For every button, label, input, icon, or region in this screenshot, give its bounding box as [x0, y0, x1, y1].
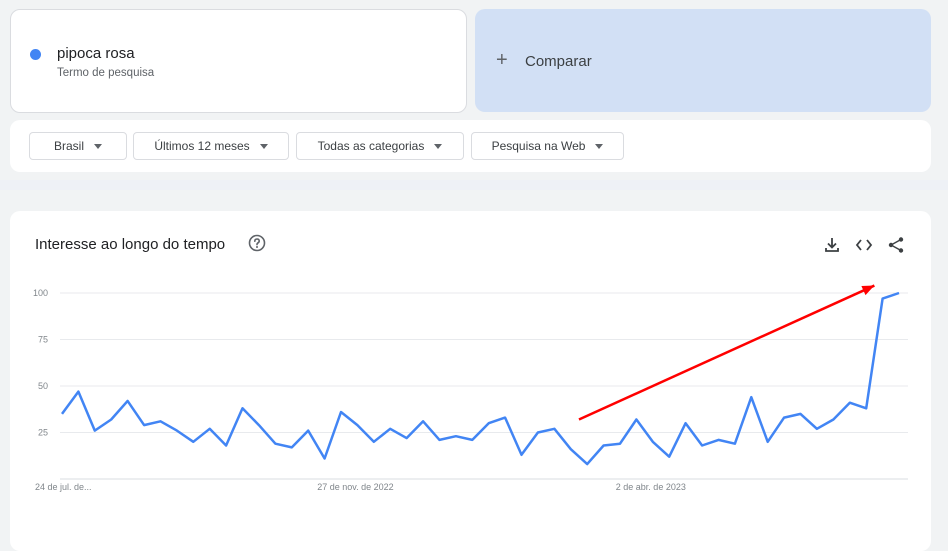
section-divider — [0, 180, 948, 190]
filter-bar: Brasil Últimos 12 meses Todas as categor… — [10, 120, 931, 172]
search-term-name[interactable]: pipoca rosa — [57, 45, 135, 62]
filter-category[interactable]: Todas as categorias — [296, 132, 464, 160]
filter-region-label: Brasil — [53, 139, 84, 153]
plus-icon: + — [496, 49, 508, 71]
caret-down-icon — [259, 143, 268, 149]
filter-time-range[interactable]: Últimos 12 meses — [133, 132, 289, 160]
caret-down-icon — [94, 143, 102, 149]
filter-time-range-label: Últimos 12 meses — [154, 139, 250, 153]
search-term-card[interactable]: pipoca rosa Termo de pesquisa — [10, 9, 467, 113]
interest-over-time-card: Interesse ao longo do tempo 25 50 75 100 24 … — [10, 211, 931, 551]
y-tick-label-50: 50 — [38, 381, 48, 391]
y-tick-label-100: 100 — [33, 288, 48, 298]
compare-button[interactable]: + Comparar — [475, 9, 931, 112]
series-line-pipoca-rosa — [60, 291, 900, 466]
y-tick-label-75: 75 — [38, 335, 48, 345]
caret-down-icon — [434, 143, 443, 149]
filter-category-label: Todas as categorias — [317, 139, 425, 153]
arrow-annotation-line-0 — [578, 284, 875, 421]
y-tick-label-25: 25 — [38, 428, 48, 438]
x-tick-label-1: 27 de nov. de 2022 — [317, 482, 393, 492]
caret-down-icon — [595, 143, 604, 149]
filter-search-type-label: Pesquisa na Web — [491, 139, 586, 153]
interest-line-chart: 25 50 75 100 24 de jul. de... 27 de nov. de 2… — [33, 284, 908, 492]
term-color-dot — [30, 49, 41, 60]
search-term-type: Termo de pesquisa — [57, 67, 155, 79]
filter-region[interactable]: Brasil — [29, 132, 127, 160]
filter-search-type[interactable]: Pesquisa na Web — [471, 132, 624, 160]
x-tick-label-2: 2 de abr. de 2023 — [616, 482, 686, 492]
compare-label: Comparar — [525, 53, 592, 70]
x-tick-label-0: 24 de jul. de... — [35, 482, 92, 492]
